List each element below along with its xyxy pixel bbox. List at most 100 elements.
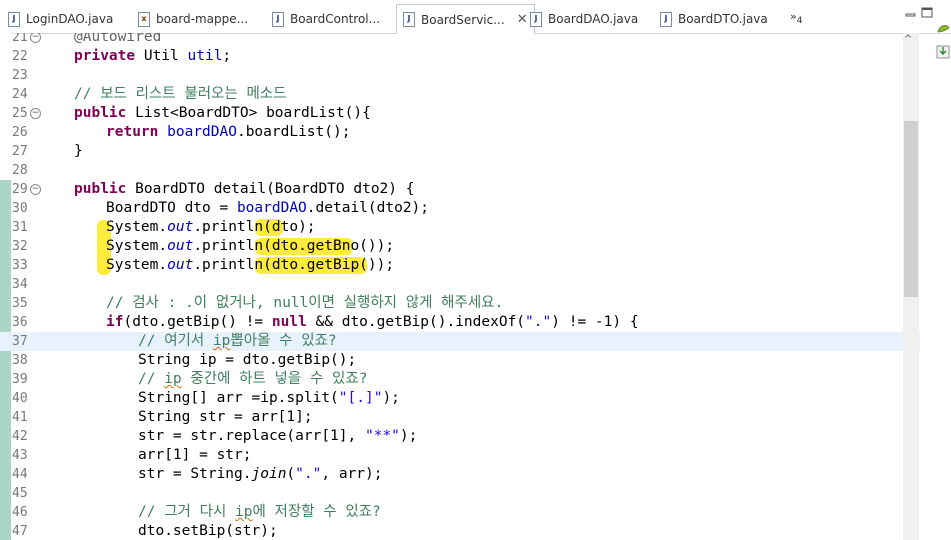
line-number: 30 [12, 201, 28, 216]
tab-boardcontroller[interactable]: BoardControl... [272, 6, 380, 32]
code-line[interactable]: 24 // 보드 리스트 불러오는 메소드 [0, 85, 920, 104]
code-line[interactable]: 29− public BoardDTO detail(BoardDTO dto2)… [0, 180, 920, 199]
tab-boarddto[interactable]: BoardDTO.java [660, 6, 768, 32]
code-text: @Autowired [74, 33, 162, 45]
code-text: String[] arr =ip.split("[.]"); [138, 390, 400, 406]
code-line[interactable]: 27} [0, 142, 920, 161]
code-line[interactable]: 36 if(dto.getBip() != null && dto.getBip(… [0, 313, 920, 332]
code-editor[interactable]: 21− @Autowired 22 private Util util; 23 24// … [0, 33, 920, 540]
line-number: 22 [12, 49, 28, 64]
line-number: 23 [12, 68, 28, 83]
tab-label: BoardDTO.java [678, 12, 768, 26]
vertical-scrollbar[interactable] [903, 33, 919, 540]
line-number: 36 [12, 315, 28, 330]
code-line[interactable]: 22 private Util util; [0, 47, 920, 66]
chevron-right-icon: » [790, 10, 797, 23]
code-text: // 검사 : .이 없거나, null이면 실행하지 않게 해주세요. [106, 295, 504, 311]
tab-label: BoardControl... [290, 12, 381, 26]
tab-label: board-mappe... [156, 12, 249, 26]
scrollbar-thumb[interactable] [904, 121, 918, 297]
line-number: 39 [12, 372, 28, 387]
tab-label: BoardDAO.java [548, 12, 639, 26]
line-number: 24 [12, 87, 28, 102]
java-file-icon [660, 11, 672, 27]
line-number: 40 [12, 391, 28, 406]
code-text: System.out.println(dto.getBno()); [106, 238, 395, 254]
line-number: 41 [12, 410, 28, 425]
line-number: 32 [12, 239, 28, 254]
close-icon[interactable]: ✕ [517, 12, 528, 27]
tab-board-mapper[interactable]: board-mappe... [138, 6, 248, 32]
minimize-icon[interactable] [903, 5, 919, 21]
maximize-icon[interactable] [919, 5, 935, 21]
java-file-icon [403, 12, 415, 27]
download-icon[interactable] [936, 45, 950, 59]
java-file-icon [530, 11, 542, 27]
code-line[interactable]: 25− public List<BoardDTO> boardList(){ [0, 104, 920, 123]
line-number: 25 [12, 106, 28, 121]
line-number: 47 [12, 524, 28, 539]
code-text: } [74, 143, 83, 159]
code-text: System.out.println(dto); [106, 219, 316, 235]
line-number: 33 [12, 258, 28, 273]
code-line[interactable]: 47 dto.setBip(str); [0, 522, 920, 540]
code-line[interactable]: 31 System.out.println(dto); [0, 218, 920, 237]
java-file-icon [272, 11, 284, 27]
line-number: 43 [12, 448, 28, 463]
code-line[interactable]: 28 [0, 161, 920, 180]
line-number: 46 [12, 505, 28, 520]
line-number: 42 [12, 429, 28, 444]
code-text: public BoardDTO detail(BoardDTO dto2) { [74, 181, 415, 197]
code-line[interactable]: 42 str = str.replace(arr[1], "**"); [0, 427, 920, 446]
tab-logindao[interactable]: LoginDAO.java [8, 6, 113, 32]
code-text: // 그거 다시 ip에 저장할 수 있죠? [138, 504, 381, 520]
code-line[interactable]: 45 [0, 484, 920, 503]
tab-boarddao[interactable]: BoardDAO.java [530, 6, 638, 32]
code-line[interactable]: 35 // 검사 : .이 없거나, null이면 실행하지 않게 해주세요. [0, 294, 920, 313]
code-text: dto.setBip(str); [138, 523, 278, 539]
code-text: // 여기서 ip뽑아올 수 있죠? [138, 333, 337, 349]
line-number: 27 [12, 144, 28, 159]
line-number: 26 [12, 125, 28, 140]
code-line[interactable]: 30 BoardDTO dto = boardDAO.detail(dto2); [0, 199, 920, 218]
line-number: 31 [12, 220, 28, 235]
line-number: 34 [12, 277, 28, 292]
java-file-icon [8, 11, 20, 27]
code-line[interactable]: 34 [0, 275, 920, 294]
xml-file-icon [138, 11, 150, 27]
code-text: // ip 중간에 하트 넣을 수 있죠? [138, 371, 368, 387]
code-line[interactable]: 43 arr[1] = str; [0, 446, 920, 465]
code-text: str = String.join(".", arr); [138, 466, 383, 482]
code-text: // 보드 리스트 불러오는 메소드 [74, 86, 287, 102]
code-text: String str = arr[1]; [138, 409, 313, 425]
code-line[interactable]: 40 String[] arr =ip.split("[.]"); [0, 389, 920, 408]
code-line[interactable]: 32 System.out.println(dto.getBno()); [0, 237, 920, 256]
tab-overflow-button[interactable]: »4 [790, 10, 802, 26]
code-text: str = str.replace(arr[1], "**"); [138, 428, 418, 444]
code-line[interactable]: 39 // ip 중간에 하트 넣을 수 있죠? [0, 370, 920, 389]
code-line[interactable]: 23 [0, 66, 920, 85]
code-line[interactable]: 46 // 그거 다시 ip에 저장할 수 있죠? [0, 503, 920, 522]
code-line[interactable]: 33 System.out.println(dto.getBip()); [0, 256, 920, 275]
code-line[interactable]: 26 return boardDAO.boardList(); [0, 123, 920, 142]
scroll-up-icon[interactable]: ^ [904, 34, 912, 45]
fold-toggle-icon[interactable]: − [30, 33, 41, 43]
tab-boardservice[interactable]: BoardServic... ✕ [396, 4, 535, 34]
line-number: 45 [12, 486, 28, 501]
code-line[interactable]: 38 String ip = dto.getBip(); [0, 351, 920, 370]
code-line[interactable]: 44 str = String.join(".", arr); [0, 465, 920, 484]
code-line[interactable]: 37 // 여기서 ip뽑아올 수 있죠? [0, 332, 920, 351]
code-text: arr[1] = str; [138, 447, 252, 463]
tab-label: BoardServic... [421, 12, 505, 27]
fold-toggle-icon[interactable]: − [30, 184, 41, 195]
code-text: return boardDAO.boardList(); [106, 124, 351, 140]
code-line[interactable]: 41 String str = arr[1]; [0, 408, 920, 427]
side-toolbar [930, 20, 951, 80]
code-text: String ip = dto.getBip(); [138, 352, 357, 368]
code-line[interactable]: 21− @Autowired [0, 33, 920, 47]
code-text: System.out.println(dto.getBip()); [106, 257, 395, 273]
leaf-icon[interactable] [937, 24, 950, 33]
line-number: 38 [12, 353, 28, 368]
fold-toggle-icon[interactable]: − [30, 108, 41, 119]
code-text: BoardDTO dto = boardDAO.detail(dto2); [106, 200, 430, 216]
